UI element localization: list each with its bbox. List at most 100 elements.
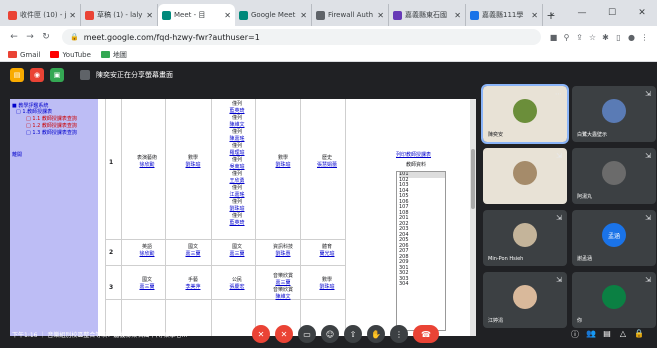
teacher-link[interactable]: 嘉三蘭 <box>217 251 257 258</box>
teacher-link[interactable]: 藍英琦 <box>217 220 257 227</box>
bookmark-2[interactable]: 地圖 <box>100 50 127 60</box>
profile-icon[interactable]: ● <box>625 33 638 42</box>
pin-icon[interactable]: ⇲ <box>645 90 651 98</box>
extensions-icon[interactable]: ✱ <box>599 33 612 42</box>
teacher-link[interactable]: 李美萍 <box>173 284 213 291</box>
leftnav-item-4[interactable]: □ 1.3 教師授課表查詢 <box>26 129 77 136</box>
teacher-link[interactable]: 藍英琦 <box>217 108 257 115</box>
teacher-link[interactable]: 張慶宏 <box>217 284 257 291</box>
bookmark-1[interactable]: YouTube <box>50 51 91 59</box>
close-icon[interactable]: ✕ <box>224 11 231 20</box>
tab-title: 草稿 (1) - laly <box>97 11 143 19</box>
participant-tile-2[interactable]: ⇲ <box>483 148 567 204</box>
teacher-link[interactable]: 劉珠瑜 <box>307 284 347 291</box>
chat-icon[interactable]: ▤ <box>599 329 615 340</box>
sidepanel-icon[interactable]: ▯ <box>612 33 625 42</box>
present-now-icon[interactable]: ⇧ <box>344 325 362 343</box>
pin-icon[interactable]: ⇲ <box>556 152 562 160</box>
teacher-link[interactable]: 劉珠瑜 <box>217 206 257 213</box>
raise-hand-icon[interactable]: ✋ <box>367 325 385 343</box>
close-icon[interactable]: ✕ <box>377 11 384 20</box>
mic-off-icon[interactable]: ✕ <box>252 325 270 343</box>
tab-5[interactable]: 嘉義縣東石國 ✕ <box>389 4 466 26</box>
info-icon[interactable]: ⓘ <box>567 329 583 340</box>
participant-tile-4[interactable]: ⇲ Min-Pon Hsieh <box>483 210 567 266</box>
pin-icon[interactable]: ⇲ <box>645 214 651 222</box>
pin-icon[interactable]: ⇲ <box>645 276 651 284</box>
emoji-icon[interactable]: ☺ <box>321 325 339 343</box>
class-listbox[interactable]: 101 102 103 104 105 106 107 108 201 202 203 204 205 2… <box>396 171 446 331</box>
timetable-cell: 數學 劉珠瑜 <box>263 155 303 169</box>
close-icon[interactable]: ✕ <box>300 11 307 20</box>
tab-1[interactable]: 草稿 (1) - laly ✕ <box>81 4 158 26</box>
lock-icon[interactable]: 🔒 <box>631 329 647 340</box>
leftnav-item-1[interactable]: □ 1.教師授課表 <box>16 108 52 115</box>
close-icon[interactable]: ✕ <box>454 11 461 20</box>
avatar <box>602 99 626 123</box>
teacher-link[interactable]: 陳維文 <box>263 294 303 301</box>
pin-icon[interactable]: ⇲ <box>645 152 651 160</box>
teacher-link[interactable]: 嘉三蘭 <box>263 280 303 287</box>
menu-icon[interactable]: ⋮ <box>638 33 651 42</box>
back-icon[interactable]: ← <box>6 32 22 42</box>
tab-4[interactable]: Firewall Auth ✕ <box>312 4 389 26</box>
teacher-link[interactable]: 蘭光瑜 <box>307 251 347 258</box>
share-icon[interactable]: ⇪ <box>573 33 586 42</box>
leftnav-item-2[interactable]: □ 1.1 教師授課表查詢 <box>26 115 77 122</box>
tab-favicon <box>316 10 325 20</box>
tab-6[interactable]: 嘉義縣111學 ✕ <box>466 4 543 26</box>
pin-icon[interactable]: ⇲ <box>556 276 562 284</box>
more-icon[interactable]: ⋯ <box>555 90 562 98</box>
print-link[interactable]: 列印教師授課表 <box>396 151 431 158</box>
leftnav-item-3[interactable]: □ 1.2 教師授課表查詢 <box>26 122 77 129</box>
teacher-link[interactable]: 羅理瑜 <box>217 150 257 157</box>
participant-tile-5[interactable]: 孟涵 ⇲ 謝孟涵 <box>572 210 656 266</box>
teacher-link[interactable]: 張慧娟蕾 <box>307 162 347 169</box>
tab-0[interactable]: 收件匣 (10) - j ✕ <box>4 4 81 26</box>
maximize-icon[interactable]: ☐ <box>597 0 627 26</box>
stop-icon[interactable]: ◉ <box>30 68 44 82</box>
presenter-bar: ▤ ◉ ▣ 陳奕安正在分享螢幕畫面 <box>10 66 480 84</box>
activities-icon[interactable]: △ <box>615 329 631 340</box>
camera-off-icon[interactable]: ✕ <box>275 325 293 343</box>
close-icon[interactable]: ✕ <box>146 11 153 20</box>
teacher-link[interactable]: 陳嘉瑤 <box>217 136 257 143</box>
pin-icon[interactable]: ⇲ <box>556 214 562 222</box>
teacher-link[interactable]: 吳東瑜 <box>217 164 257 171</box>
teacher-link[interactable]: 徐欣勳 <box>127 162 167 169</box>
leftnav-item-5[interactable]: 離開 <box>12 151 22 158</box>
forward-icon[interactable]: → <box>22 32 38 42</box>
star-icon[interactable]: ☆ <box>586 33 599 42</box>
people-icon[interactable]: 👥 <box>583 329 599 340</box>
camera-icon[interactable]: ■ <box>547 33 560 42</box>
teacher-link[interactable]: 劉珠惠 <box>263 251 303 258</box>
participant-tile-0[interactable]: ⋯ 陳奕安 <box>481 84 569 144</box>
layout-icon[interactable]: ▤ <box>10 68 24 82</box>
teacher-link[interactable]: 嘉三蘭 <box>173 251 213 258</box>
bookmark-0[interactable]: Gmail <box>8 51 40 59</box>
captions-icon[interactable]: ▭ <box>298 325 316 343</box>
shared-scrollbar[interactable] <box>470 99 476 336</box>
teacher-link[interactable]: 徐欣勳 <box>127 251 167 258</box>
teacher-link[interactable]: 嘉三蘭 <box>127 284 167 291</box>
participant-tile-3[interactable]: ⇲ 阿湯丸 <box>572 148 656 204</box>
minimize-icon[interactable]: — <box>567 0 597 26</box>
tab-2[interactable]: Meet - 目 ✕ <box>158 4 235 26</box>
chevron-down-icon[interactable]: ⌄ <box>537 0 567 26</box>
class-option[interactable]: 304 <box>399 281 445 288</box>
teacher-link[interactable]: 劉珠瑜 <box>263 162 303 169</box>
participant-tile-1[interactable]: ⇲ 白鷺大蟲壁示 <box>572 86 656 142</box>
more-options-icon[interactable]: ⋮ <box>390 325 408 343</box>
reload-icon[interactable]: ↻ <box>38 32 54 42</box>
zoom-icon[interactable]: ⚲ <box>560 33 573 42</box>
teacher-link[interactable]: 劉珠瑜 <box>173 162 213 169</box>
end-call-button[interactable]: ☎ <box>413 325 439 343</box>
teacher-link[interactable]: 陳維文 <box>217 122 257 129</box>
url-input[interactable]: 🔒 meet.google.com/fqd-hzwy-fwr?authuser=… <box>62 29 541 45</box>
teacher-link[interactable]: 江嘉瑤 <box>217 192 257 199</box>
close-icon[interactable]: ✕ <box>627 0 657 26</box>
close-icon[interactable]: ✕ <box>69 11 76 20</box>
tab-3[interactable]: Google Meet ✕ <box>235 4 312 26</box>
teacher-link[interactable]: 王欣勇 <box>217 178 257 185</box>
present-icon[interactable]: ▣ <box>50 68 64 82</box>
